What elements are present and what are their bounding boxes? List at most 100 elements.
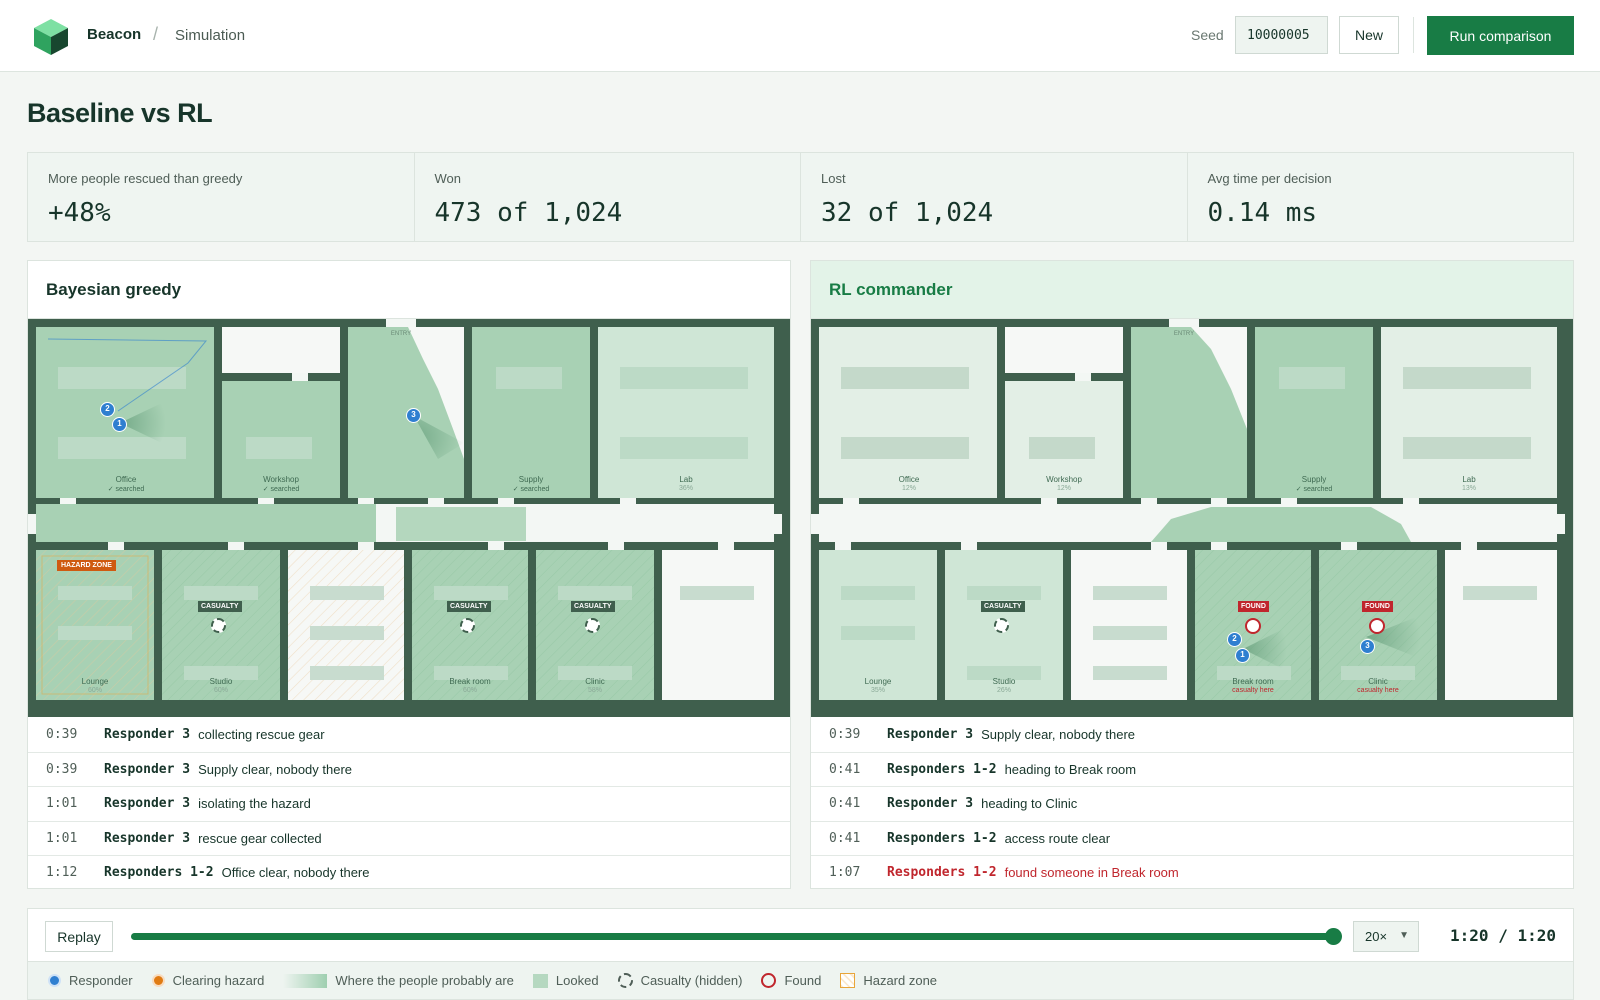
new-seed-button[interactable]: New xyxy=(1339,16,1399,54)
log-time: 0:39 xyxy=(46,726,78,742)
stat-value: 0.14 ms xyxy=(1207,198,1318,228)
hazard-zone-tag: HAZARD ZONE xyxy=(57,560,116,571)
found-ring-icon xyxy=(761,973,777,988)
legend-item: Hazard zone xyxy=(840,973,937,988)
responder-marker[interactable]: 3 xyxy=(1360,639,1375,654)
breadcrumb-simulation[interactable]: Simulation xyxy=(175,27,245,44)
stat-label: Lost xyxy=(821,171,846,186)
stat-value: 32 of 1,024 xyxy=(821,198,994,228)
panel-title: Bayesian greedy xyxy=(28,261,790,319)
legend-item: Responder xyxy=(48,973,133,988)
toolbar-divider xyxy=(1413,17,1414,53)
log-actor: Responders 1-2 xyxy=(887,761,997,777)
replay-button[interactable]: Replay xyxy=(45,921,113,952)
breadcrumb-separator: / xyxy=(153,24,159,44)
time-readout: 1:20 / 1:20 xyxy=(1450,926,1556,945)
panel-bayesian-greedy: Bayesian greedy ENTRY HAZARD ZONE Office… xyxy=(27,260,791,889)
room-office[interactable] xyxy=(819,327,997,498)
log-actor: Responders 1-2 xyxy=(104,865,214,881)
log-time: 1:12 xyxy=(46,865,78,881)
log-row: 0:41 Responder 3 heading to Clinic xyxy=(811,786,1573,821)
room-label-workshop: Workshop xyxy=(263,475,299,484)
legend-label: Hazard zone xyxy=(863,973,938,988)
found-casualty-icon[interactable] xyxy=(1369,618,1385,634)
room-storage-b[interactable] xyxy=(1445,550,1557,700)
log-time: 0:41 xyxy=(829,830,861,846)
log-time: 1:01 xyxy=(46,830,78,846)
seed-label: Seed xyxy=(1191,27,1224,43)
stat-rescued: More people rescued than greedy +48% xyxy=(28,153,415,241)
room-status-office: ✓ searched xyxy=(107,486,145,493)
room-label-lounge: Lounge xyxy=(81,677,109,686)
run-comparison-button[interactable]: Run comparison xyxy=(1427,16,1574,55)
room-lab[interactable] xyxy=(598,327,774,498)
hazard-zone-swatch-icon xyxy=(840,973,856,988)
found-casualty-icon[interactable] xyxy=(1245,618,1261,634)
brand-name[interactable]: Beacon xyxy=(87,26,141,43)
legend-item: Found xyxy=(761,973,821,988)
room-status-break-room: casualty here xyxy=(1232,687,1274,694)
stat-decision-time: Avg time per decision 0.14 ms xyxy=(1188,153,1574,241)
legend-item: Looked xyxy=(532,973,599,988)
responder-marker[interactable]: 1 xyxy=(1235,648,1250,663)
log-message: Supply clear, nobody there xyxy=(981,726,1136,742)
log-time: 0:41 xyxy=(829,796,861,812)
room-unlabeled[interactable] xyxy=(222,327,340,373)
responder-dot-icon xyxy=(48,974,61,987)
room-label-supply: Supply xyxy=(1301,475,1327,484)
entry-label: ENTRY xyxy=(1173,331,1195,337)
log-message: Supply clear, nobody there xyxy=(198,761,353,777)
log-time: 0:39 xyxy=(829,726,861,742)
room-label-lab: Lab xyxy=(679,475,693,484)
stat-label: Won xyxy=(434,171,462,186)
log-row: 1:01 Responder 3 rescue gear collected xyxy=(28,820,790,856)
log-row: 1:01 Responder 3 isolating the hazard xyxy=(28,786,790,821)
room-supply[interactable] xyxy=(1255,327,1373,498)
responder-marker[interactable]: 2 xyxy=(100,402,115,417)
room-supply[interactable] xyxy=(472,327,590,498)
log-time: 0:39 xyxy=(46,761,78,777)
room-status-studio: 60% xyxy=(213,687,228,694)
room-storage[interactable] xyxy=(662,550,774,700)
room-label-clinic: Clinic xyxy=(1368,677,1388,686)
log-row: 0:39 Responder 3 collecting rescue gear xyxy=(28,717,790,752)
log-message: found someone in Break room xyxy=(1004,865,1179,881)
log-time: 1:01 xyxy=(46,796,78,812)
log-message: Office clear, nobody there xyxy=(221,865,370,881)
room-office[interactable] xyxy=(36,327,214,498)
top-bar: Beacon / Simulation Seed New Run compari… xyxy=(0,0,1600,72)
page-title: Baseline vs RL xyxy=(27,98,213,128)
room-unlabeled[interactable] xyxy=(1005,327,1123,373)
legend-item: Casualty (hidden) xyxy=(617,973,742,988)
probability-gradient-icon xyxy=(283,973,328,988)
responder-marker[interactable]: 3 xyxy=(406,408,421,423)
room-lab[interactable] xyxy=(1381,327,1557,498)
stat-won: Won 473 of 1,024 xyxy=(415,153,801,241)
responder-marker[interactable]: 2 xyxy=(1227,632,1242,647)
floor-map[interactable]: ENTRY HAZARD ZONE Office ✓ searched Work… xyxy=(28,319,790,717)
floor-map[interactable]: ENTRY Office 12% Workshop 12% Supply ✓ s… xyxy=(811,319,1573,717)
room-label-lounge: Lounge xyxy=(864,677,892,686)
room-label-office: Office xyxy=(115,475,137,484)
stat-lost: Lost 32 of 1,024 xyxy=(801,153,1188,241)
speed-value: 20× xyxy=(1365,929,1388,944)
hidden-casualty-ring-icon xyxy=(617,973,633,988)
log-row: 0:39 Responder 3 Supply clear, nobody ther… xyxy=(28,751,790,787)
seed-input[interactable] xyxy=(1235,16,1328,54)
speed-select[interactable]: 20× ▼ xyxy=(1353,921,1419,952)
casualty-tag: CASUALTY xyxy=(981,601,1025,612)
log-actor: Responder 3 xyxy=(104,726,191,742)
log-actor: Responders 1-2 xyxy=(887,865,997,881)
room-status-workshop: ✓ searched xyxy=(262,486,300,493)
timeline-thumb[interactable] xyxy=(1325,928,1342,945)
hidden-casualty-icon[interactable] xyxy=(460,618,475,633)
hidden-casualty-icon[interactable] xyxy=(585,618,600,633)
hidden-casualty-icon[interactable] xyxy=(211,618,226,633)
room-status-lounge: 35% xyxy=(870,687,885,694)
room-label-supply: Supply xyxy=(518,475,544,484)
timeline-slider[interactable] xyxy=(131,928,1342,945)
legend-item: Clearing hazard xyxy=(151,973,264,988)
log-actor: Responder 3 xyxy=(104,830,191,846)
hidden-casualty-icon[interactable] xyxy=(994,618,1009,633)
responder-marker[interactable]: 1 xyxy=(112,417,127,432)
